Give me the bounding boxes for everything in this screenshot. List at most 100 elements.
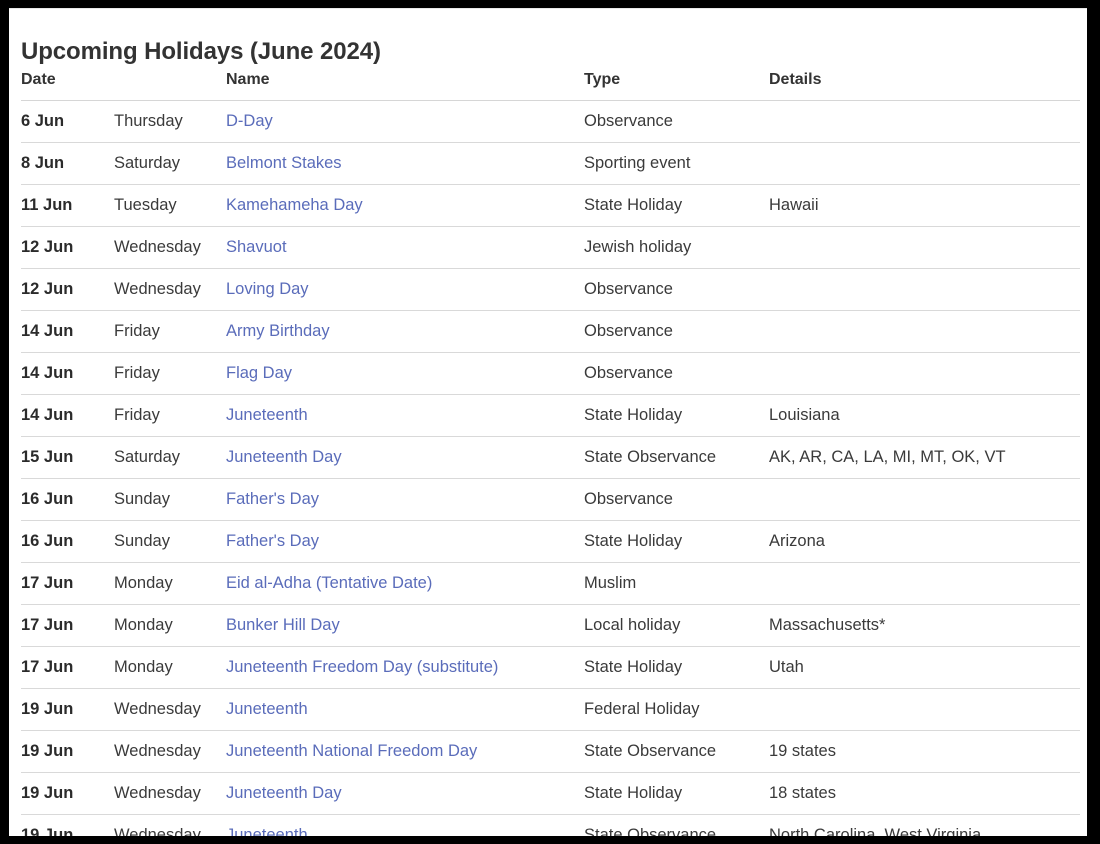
cell-name: Juneteenth National Freedom Day [226,731,584,773]
holiday-link[interactable]: Juneteenth [226,700,308,718]
table-row: 14 JunFridayFlag DayObservance [21,353,1080,395]
cell-name: Army Birthday [226,311,584,353]
window-frame: Upcoming Holidays (June 2024) Date Name … [0,0,1100,844]
cell-details [769,269,1080,311]
cell-weekday: Sunday [114,479,226,521]
cell-details: Utah [769,647,1080,689]
table-row: 19 JunWednesdayJuneteenth DayState Holid… [21,773,1080,815]
cell-name: Father's Day [226,521,584,563]
holiday-link[interactable]: Father's Day [226,490,319,508]
content-panel: Upcoming Holidays (June 2024) Date Name … [9,8,1087,836]
cell-details: 19 states [769,731,1080,773]
table-row: 19 JunWednesdayJuneteenth Federal Holiday [21,689,1080,731]
cell-date: 12 Jun [21,227,114,269]
cell-weekday: Tuesday [114,185,226,227]
cell-date: 16 Jun [21,521,114,563]
cell-type: Observance [584,479,769,521]
holiday-link[interactable]: Juneteenth Day [226,448,342,466]
holiday-link[interactable]: Juneteenth [226,406,308,424]
column-header-weekday [114,67,226,101]
cell-name: Bunker Hill Day [226,605,584,647]
table-row: 19 JunWednesdayJuneteenth National Freed… [21,731,1080,773]
table-row: 11 JunTuesdayKamehameha DayState Holiday… [21,185,1080,227]
cell-name: Juneteenth [226,689,584,731]
holiday-link[interactable]: Eid al-Adha (Tentative Date) [226,574,432,592]
cell-type: Observance [584,311,769,353]
cell-name: Juneteenth [226,815,584,837]
cell-name: Shavuot [226,227,584,269]
cell-date: 16 Jun [21,479,114,521]
cell-name: Juneteenth Day [226,773,584,815]
cell-details [769,353,1080,395]
cell-type: State Observance [584,815,769,837]
cell-name: D-Day [226,101,584,143]
holiday-link[interactable]: Army Birthday [226,322,330,340]
cell-weekday: Wednesday [114,815,226,837]
cell-type: Observance [584,269,769,311]
cell-details [769,101,1080,143]
cell-details: Arizona [769,521,1080,563]
holiday-link[interactable]: D-Day [226,112,273,130]
cell-details: 18 states [769,773,1080,815]
table-row: 6 JunThursdayD-DayObservance [21,101,1080,143]
table-row: 19 JunWednesdayJuneteenth State Observanc… [21,815,1080,837]
holiday-link[interactable]: Juneteenth Freedom Day (substitute) [226,658,498,676]
cell-type: Federal Holiday [584,689,769,731]
table-body: 6 JunThursdayD-DayObservance8 JunSaturda… [21,101,1080,837]
column-header-date[interactable]: Date [21,67,114,101]
cell-name: Juneteenth Freedom Day (substitute) [226,647,584,689]
cell-details [769,311,1080,353]
cell-date: 19 Jun [21,815,114,837]
holiday-link[interactable]: Shavuot [226,238,287,256]
cell-details: North Carolina, West Virginia [769,815,1080,837]
holiday-link[interactable]: Loving Day [226,280,309,298]
holiday-link[interactable]: Bunker Hill Day [226,616,340,634]
cell-type: State Holiday [584,395,769,437]
cell-weekday: Thursday [114,101,226,143]
cell-name: Juneteenth Day [226,437,584,479]
column-header-type[interactable]: Type [584,67,769,101]
cell-weekday: Saturday [114,437,226,479]
holiday-link[interactable]: Belmont Stakes [226,154,342,172]
cell-weekday: Monday [114,563,226,605]
cell-date: 17 Jun [21,647,114,689]
cell-type: State Observance [584,437,769,479]
table-row: 12 JunWednesdayShavuotJewish holiday [21,227,1080,269]
cell-date: 19 Jun [21,689,114,731]
holiday-link[interactable]: Flag Day [226,364,292,382]
table-row: 17 JunMondayEid al-Adha (Tentative Date)… [21,563,1080,605]
cell-date: 11 Jun [21,185,114,227]
table-row: 17 JunMondayBunker Hill DayLocal holiday… [21,605,1080,647]
cell-date: 15 Jun [21,437,114,479]
holidays-table: Date Name Type Details 6 JunThursdayD-Da… [21,67,1080,836]
cell-details [769,563,1080,605]
table-row: 14 JunFridayArmy Birthday Observance [21,311,1080,353]
cell-date: 6 Jun [21,101,114,143]
holiday-link[interactable]: Juneteenth Day [226,784,342,802]
cell-type: Muslim [584,563,769,605]
cell-details: Louisiana [769,395,1080,437]
column-header-name[interactable]: Name [226,67,584,101]
cell-weekday: Monday [114,647,226,689]
holiday-link[interactable]: Juneteenth National Freedom Day [226,742,477,760]
cell-weekday: Wednesday [114,269,226,311]
holiday-link[interactable]: Father's Day [226,532,319,550]
cell-type: State Holiday [584,773,769,815]
column-header-details[interactable]: Details [769,67,1080,101]
cell-weekday: Friday [114,395,226,437]
holiday-link[interactable]: Juneteenth [226,826,308,836]
cell-details: Hawaii [769,185,1080,227]
table-header: Date Name Type Details [21,67,1080,101]
table-row: 12 JunWednesdayLoving DayObservance [21,269,1080,311]
cell-name: Flag Day [226,353,584,395]
holiday-link[interactable]: Kamehameha Day [226,196,363,214]
cell-type: State Holiday [584,521,769,563]
cell-details: AK, AR, CA, LA, MI, MT, OK, VT [769,437,1080,479]
cell-details [769,227,1080,269]
cell-weekday: Saturday [114,143,226,185]
cell-weekday: Friday [114,311,226,353]
table-row: 17 JunMondayJuneteenth Freedom Day (subs… [21,647,1080,689]
cell-type: Sporting event [584,143,769,185]
cell-weekday: Wednesday [114,689,226,731]
cell-date: 14 Jun [21,311,114,353]
